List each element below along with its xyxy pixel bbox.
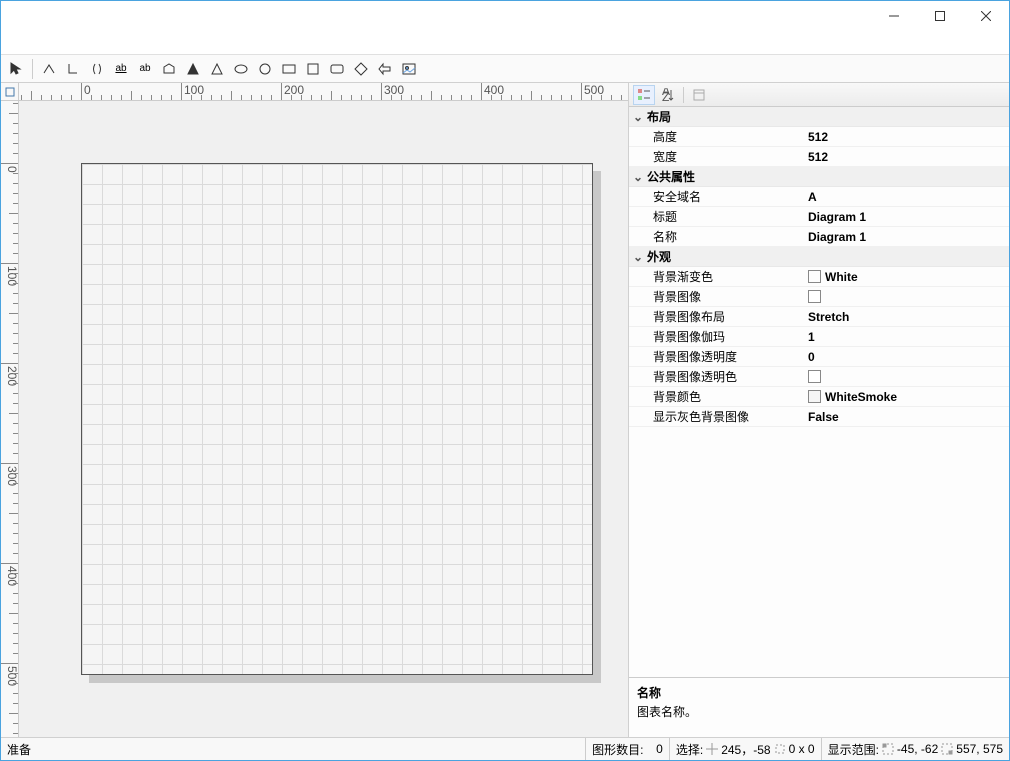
svg-text:Z: Z <box>662 90 669 102</box>
category-layout[interactable]: ⌄ 布局 <box>629 107 1009 127</box>
shape-tool-button[interactable] <box>158 58 180 80</box>
color-swatch <box>808 390 821 403</box>
category-label: 外观 <box>647 248 671 265</box>
categorized-button[interactable] <box>633 85 655 105</box>
prop-name-row[interactable]: 名称Diagram 1 <box>629 227 1009 247</box>
rect-tool-button[interactable] <box>278 58 300 80</box>
prop-domain[interactable]: 安全域名A <box>629 187 1009 207</box>
separator <box>683 87 684 103</box>
properties-toolbar: AZ <box>629 83 1009 107</box>
pointer-tool-button[interactable] <box>5 58 27 80</box>
properties-grid: ⌄布局 高度512 宽度512 ⌄公共属性 安全域名A 标题Diagram 1 … <box>629 107 1009 677</box>
chevron-down-icon: ⌄ <box>633 110 643 124</box>
status-shapes: 图形数目: 0 <box>585 738 669 760</box>
canvas-pane: 0100200300400500600 0100200300400500600 <box>1 83 629 737</box>
category-appearance[interactable]: ⌄ 外观 <box>629 247 1009 267</box>
paren-tool-button[interactable] <box>86 58 108 80</box>
size-icon <box>774 743 786 755</box>
chevron-down-icon: ⌄ <box>633 170 643 184</box>
position-icon <box>706 743 718 755</box>
diamond-tool-button[interactable] <box>350 58 372 80</box>
triangle-tool-button[interactable] <box>206 58 228 80</box>
workarea: 0100200300400500600 0100200300400500600 … <box>1 83 1009 738</box>
topleft-icon <box>882 743 894 755</box>
bottomright-icon <box>941 743 953 755</box>
toolbar: ab ab <box>1 55 1009 83</box>
alphabetical-button[interactable]: AZ <box>657 85 679 105</box>
empty-swatch <box>808 290 821 303</box>
category-label: 公共属性 <box>647 168 695 185</box>
circle-tool-button[interactable] <box>254 58 276 80</box>
canvas-area[interactable] <box>19 101 628 737</box>
prop-bg-image-gamma[interactable]: 背景图像伽玛1 <box>629 327 1009 347</box>
prop-bg-image[interactable]: 背景图像 <box>629 287 1009 307</box>
textframe-tool-button[interactable]: ab <box>110 58 132 80</box>
image-tool-button[interactable] <box>398 58 420 80</box>
arrow-left-tool-button[interactable] <box>374 58 396 80</box>
prop-bg-gradient[interactable]: 背景渐变色White <box>629 267 1009 287</box>
help-desc: 图表名称。 <box>637 703 1001 720</box>
color-swatch <box>808 270 821 283</box>
prop-title[interactable]: 标题Diagram 1 <box>629 207 1009 227</box>
app-window: ab ab 0100200300400500600 01002003004005… <box>0 0 1010 761</box>
category-label: 布局 <box>647 108 671 125</box>
prop-width[interactable]: 宽度512 <box>629 147 1009 167</box>
l-line-tool-button[interactable] <box>62 58 84 80</box>
prop-bg-image-layout[interactable]: 背景图像布局Stretch <box>629 307 1009 327</box>
menubar <box>1 31 1009 55</box>
prop-bg-image-transp[interactable]: 背景图像透明色 <box>629 367 1009 387</box>
ruler-horizontal[interactable]: 0100200300400500600 <box>19 83 628 101</box>
statusbar: 准备 图形数目: 0 选择: 245，-58 0 x 0 显示范围: -45, … <box>1 738 1009 760</box>
property-pages-button[interactable] <box>688 85 710 105</box>
status-select: 选择: 245，-58 0 x 0 <box>669 738 821 760</box>
prop-bg-color[interactable]: 背景颜色WhiteSmoke <box>629 387 1009 407</box>
minimize-button[interactable] <box>871 1 917 31</box>
separator <box>32 59 33 79</box>
square-tool-button[interactable] <box>302 58 324 80</box>
roundrect-tool-button[interactable] <box>326 58 348 80</box>
close-button[interactable] <box>963 1 1009 31</box>
titlebar <box>1 1 1009 31</box>
ellipse-tool-button[interactable] <box>230 58 252 80</box>
category-common[interactable]: ⌄ 公共属性 <box>629 167 1009 187</box>
ruler-vertical[interactable]: 0100200300400500600 <box>1 101 19 737</box>
prop-bg-image-opacity[interactable]: 背景图像透明度0 <box>629 347 1009 367</box>
prop-show-gray[interactable]: 显示灰色背景图像False <box>629 407 1009 427</box>
properties-help: 名称 图表名称。 <box>629 677 1009 737</box>
ruler-corner[interactable] <box>1 83 19 101</box>
status-ready: 准备 <box>1 738 585 760</box>
help-name: 名称 <box>637 684 1001 701</box>
arc-tool-button[interactable] <box>38 58 60 80</box>
text-tool-button[interactable]: ab <box>134 58 156 80</box>
color-swatch <box>808 370 821 383</box>
maximize-button[interactable] <box>917 1 963 31</box>
status-range: 显示范围: -45, -62 557, 575 <box>821 738 1009 760</box>
properties-pane: AZ ⌄ 布局 高度512 宽度512 ⌄ 公共属性 安全域名A 标题Diagram… <box>629 83 1009 737</box>
chevron-down-icon: ⌄ <box>633 250 643 264</box>
triangle-filled-tool-button[interactable] <box>182 58 204 80</box>
prop-height[interactable]: 高度512 <box>629 127 1009 147</box>
diagram-sheet[interactable] <box>81 163 593 675</box>
